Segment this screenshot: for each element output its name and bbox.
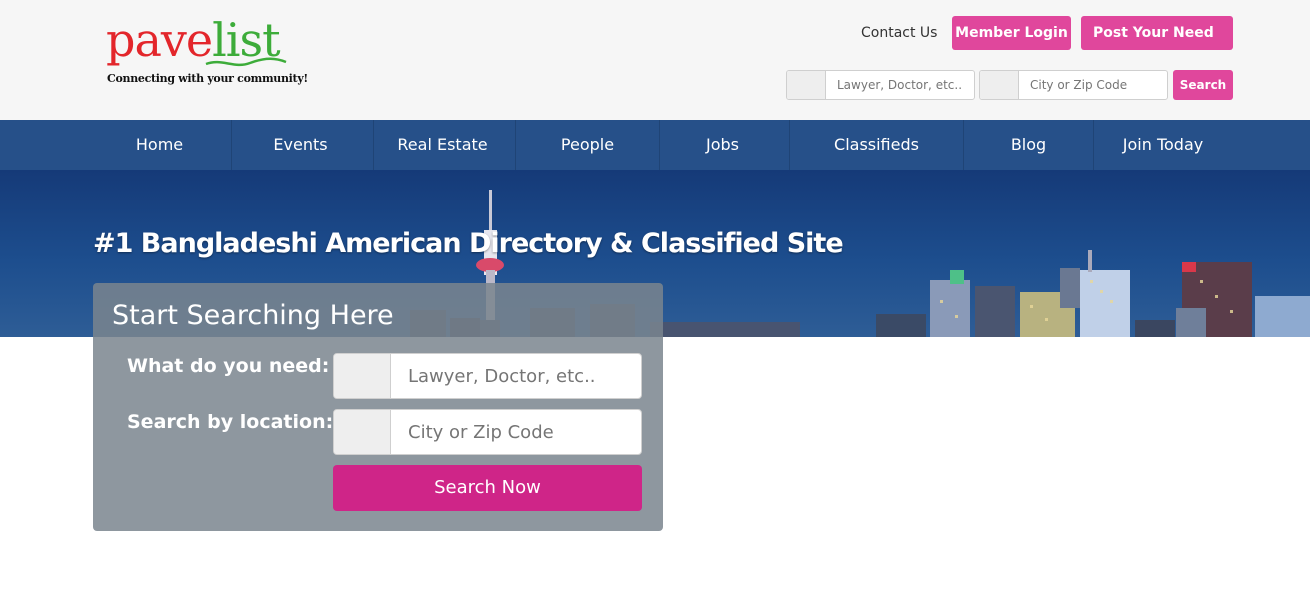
logo-tagline: Connecting with your community! [107, 72, 308, 85]
nav-item-label: Events [273, 135, 328, 154]
contact-us-link[interactable]: Contact Us [861, 23, 937, 43]
nav-item-label: Home [135, 135, 184, 154]
nav-item-jobs[interactable]: Jobs [660, 120, 790, 170]
post-your-need-button[interactable]: Post Your Need [1081, 16, 1233, 50]
briefcase-icon [334, 354, 391, 398]
nav-item-classifieds[interactable]: Classifieds [790, 120, 964, 170]
search-panel: Start Searching Here What do you need: S… [93, 283, 663, 531]
header-what-input[interactable] [827, 71, 974, 99]
search-panel-title: Start Searching Here [112, 300, 394, 331]
location-search-input[interactable] [392, 410, 641, 454]
hero-title: #1 Bangladeshi American Directory & Clas… [93, 228, 844, 259]
header-what-search [786, 70, 975, 100]
header-where-input[interactable] [1020, 71, 1167, 99]
logo-part-pave: pave [106, 13, 213, 67]
search-now-button[interactable]: Search Now [333, 465, 642, 511]
map-marker-icon [980, 71, 1019, 99]
nav-item-blog[interactable]: Blog [964, 120, 1094, 170]
nav-item-label: Classifieds [834, 135, 919, 154]
map-marker-icon [334, 410, 391, 454]
what-label: What do you need: [127, 355, 330, 377]
site-logo[interactable]: pavelist Connecting with your community! [106, 13, 308, 94]
header-search-button[interactable]: Search [1173, 70, 1233, 100]
post-your-need-label: Post Your Need [1093, 25, 1214, 41]
location-label: Search by location: [127, 411, 334, 433]
location-search-group [333, 409, 642, 455]
logo-swoosh-icon [205, 57, 287, 67]
nav-item-label: Real Estate [397, 135, 488, 154]
nav-item-label: Blog [1010, 135, 1047, 154]
what-search-group [333, 353, 642, 399]
nav-item-people[interactable]: People [516, 120, 660, 170]
header-where-search [979, 70, 1168, 100]
main-nav: Home Events Real Estate People Jobs Clas… [0, 120, 1310, 170]
nav-item-label: Join Today [1122, 135, 1204, 154]
nav-item-events[interactable]: Events [232, 120, 374, 170]
what-search-input[interactable] [392, 354, 641, 398]
briefcase-icon [787, 71, 826, 99]
nav-item-home[interactable]: Home [92, 120, 232, 170]
site-header: pavelist Connecting with your community!… [0, 0, 1310, 120]
nav-item-label: People [560, 135, 615, 154]
member-login-button[interactable]: Member Login [952, 16, 1071, 50]
nav-item-join-today[interactable]: Join Today [1094, 120, 1232, 170]
nav-item-real-estate[interactable]: Real Estate [374, 120, 516, 170]
nav-item-label: Jobs [706, 135, 739, 154]
